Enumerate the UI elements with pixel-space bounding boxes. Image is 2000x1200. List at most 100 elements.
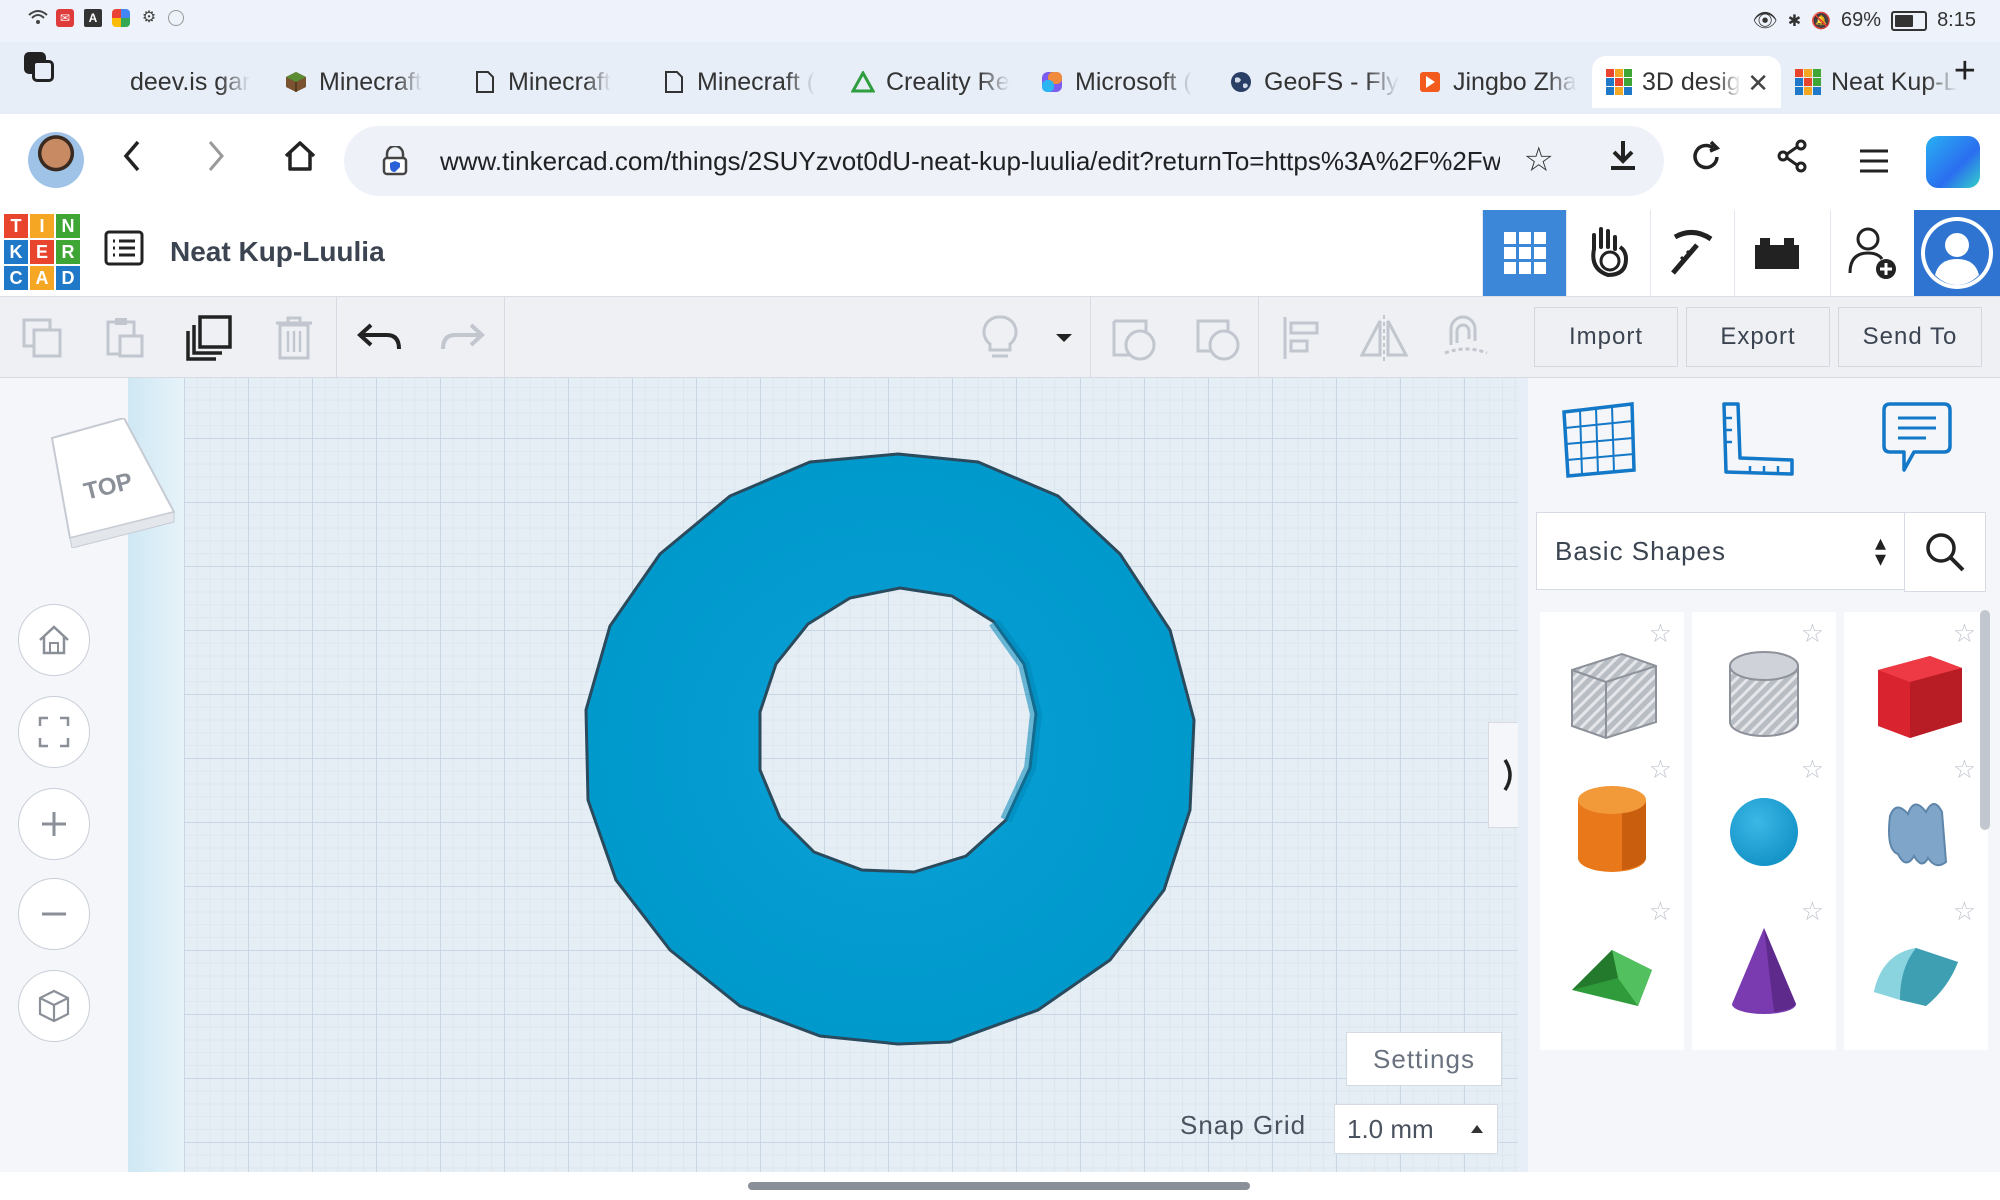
3d-design-view-button[interactable] — [1482, 210, 1567, 296]
group-button[interactable] — [1108, 313, 1160, 363]
home-button[interactable] — [274, 136, 326, 188]
zoom-out-button[interactable] — [18, 878, 90, 950]
ruler-tool-button[interactable] — [1718, 400, 1798, 486]
toolbar-divider — [1258, 297, 1259, 377]
align-button[interactable] — [1276, 313, 1328, 363]
fit-view-button[interactable] — [18, 696, 90, 768]
perspective-toggle-button[interactable] — [18, 970, 90, 1042]
settings-button[interactable]: Settings — [1346, 1032, 1502, 1086]
shape-tile-round-roof[interactable]: ☆ — [1844, 890, 1988, 1050]
notes-lightbulb-button[interactable] — [974, 313, 1026, 363]
tinkercad-header: TIN KER CAD Neat Kup-Luulia — [0, 210, 2000, 297]
a-app-icon: A — [84, 9, 102, 27]
design-title[interactable]: Neat Kup-Luulia — [170, 236, 385, 268]
delete-button[interactable] — [268, 313, 320, 363]
up-down-arrows-icon: ▴ ▾ — [1874, 530, 1887, 571]
favorite-star-icon[interactable]: ☆ — [1649, 896, 1672, 927]
favorite-star-icon[interactable]: ☆ — [1953, 754, 1976, 785]
copy-button[interactable] — [16, 313, 68, 363]
cruise-button[interactable] — [1440, 313, 1492, 363]
logo-letter: C — [4, 266, 28, 290]
workplane-tool-button[interactable] — [1560, 400, 1640, 486]
design-menu-icon[interactable] — [104, 230, 144, 270]
send-to-button[interactable]: Send To — [1838, 307, 1982, 367]
shape-tile-roof[interactable]: ☆ — [1540, 890, 1684, 1050]
tab[interactable]: Creality Re — [836, 56, 1025, 108]
favorite-star-icon[interactable]: ☆ — [1953, 896, 1976, 927]
battery-fill — [1895, 14, 1913, 27]
sim-lab-button[interactable] — [1566, 210, 1651, 296]
favorite-star-icon[interactable]: ☆ — [1801, 754, 1824, 785]
notes-tool-button[interactable] — [1876, 400, 1956, 486]
url-text[interactable]: www.tinkercad.com/things/2SUYzvot0dU-nea… — [440, 146, 1500, 177]
user-account-avatar[interactable] — [1914, 210, 2000, 296]
shape-library-select[interactable]: Basic Shapes ▴ ▾ — [1536, 512, 1906, 590]
favorite-star-icon[interactable]: ☆ — [1649, 618, 1672, 649]
favorite-star-icon[interactable]: ☆ — [1953, 618, 1976, 649]
favorite-star-icon[interactable]: ☆ — [1801, 896, 1824, 927]
new-tab-button[interactable]: + — [1954, 50, 1976, 93]
tab-switcher-icon[interactable] — [24, 52, 58, 86]
shape-panel-scrollbar[interactable] — [1980, 610, 1990, 830]
forward-button[interactable] — [190, 136, 242, 188]
minecraft-blocks-button[interactable] — [1650, 210, 1735, 296]
tab-title: Minecraft — [508, 67, 611, 96]
tab[interactable]: Neat Kup-L — [1781, 56, 1970, 108]
zoom-in-button[interactable] — [18, 788, 90, 860]
undo-arrow-icon — [357, 323, 401, 350]
shape-search-button[interactable] — [1904, 512, 1986, 592]
logo-letter: A — [30, 266, 54, 290]
gesture-bar — [0, 1172, 2000, 1200]
home-view-button[interactable] — [18, 604, 90, 676]
tab[interactable]: deev.is gar — [80, 56, 269, 108]
invite-user-button[interactable] — [1830, 210, 1915, 296]
bricks-button[interactable] — [1734, 210, 1819, 296]
copilot-icon[interactable] — [1926, 136, 1980, 188]
reload-icon[interactable] — [1680, 136, 1732, 188]
snap-grid-select[interactable]: 1.0 mm — [1334, 1104, 1498, 1154]
tab[interactable]: Minecraft — [458, 56, 647, 108]
share-icon[interactable] — [1766, 136, 1818, 188]
tab-strip: deev.is gar Minecraft Minecraft Minecraft (… — [0, 42, 2000, 114]
close-tab-icon[interactable]: ✕ — [1747, 68, 1769, 99]
shapes-panel: Basic Shapes ▴ ▾ ☆ ☆ ☆ ☆ ☆ ☆ ☆ ☆ ☆ — [1528, 378, 2000, 1172]
tab[interactable]: Minecraft ( — [647, 56, 836, 108]
workplane-grid-icon — [1562, 402, 1636, 478]
torus-shape[interactable] — [580, 450, 1220, 1050]
tinkercad-logo[interactable]: TIN KER CAD — [4, 214, 80, 290]
download-icon[interactable] — [1608, 138, 1638, 180]
paste-button[interactable] — [98, 313, 150, 363]
shape-tile-cone[interactable]: ☆ — [1692, 890, 1836, 1050]
site-security-icon[interactable] — [382, 146, 408, 176]
menu-icon[interactable] — [1848, 136, 1900, 188]
home-indicator[interactable] — [748, 1182, 1250, 1190]
shape-tile-scribble[interactable]: ☆ — [1844, 748, 1988, 908]
view-cube[interactable]: TOP — [48, 416, 176, 549]
tab[interactable]: Microsoft ( — [1025, 56, 1214, 108]
bookmark-star-icon[interactable]: ☆ — [1524, 140, 1554, 180]
workplane[interactable]: TOP Settings Snap Grid 1.0 mm — [0, 378, 1518, 1172]
document-icon — [472, 69, 498, 95]
lightbulb-dropdown[interactable] — [1036, 313, 1092, 363]
chevron-left-icon — [123, 140, 140, 172]
ungroup-button[interactable] — [1192, 313, 1244, 363]
shape-tile-cylinder[interactable]: ☆ — [1540, 748, 1684, 908]
align-icon — [1283, 317, 1319, 359]
shape-tile-sphere[interactable]: ☆ — [1692, 748, 1836, 908]
back-button[interactable] — [106, 136, 158, 188]
tab[interactable]: GeoFS - Fly — [1214, 56, 1403, 108]
tab[interactable]: Jingbo Zha — [1403, 56, 1592, 108]
mirror-button[interactable] — [1358, 313, 1410, 363]
tab-active[interactable]: 3D desig ✕ — [1592, 56, 1781, 108]
import-button[interactable]: Import — [1534, 307, 1678, 367]
collapse-panel-button[interactable] — [1488, 722, 1518, 828]
profile-avatar[interactable] — [28, 132, 84, 188]
url-box[interactable]: www.tinkercad.com/things/2SUYzvot0dU-nea… — [344, 126, 1664, 196]
tab[interactable]: Minecraft — [269, 56, 458, 108]
favorite-star-icon[interactable]: ☆ — [1649, 754, 1672, 785]
duplicate-button[interactable] — [184, 313, 236, 363]
redo-button[interactable] — [436, 313, 488, 363]
export-button[interactable]: Export — [1686, 307, 1830, 367]
undo-button[interactable] — [354, 313, 406, 363]
favorite-star-icon[interactable]: ☆ — [1801, 618, 1824, 649]
